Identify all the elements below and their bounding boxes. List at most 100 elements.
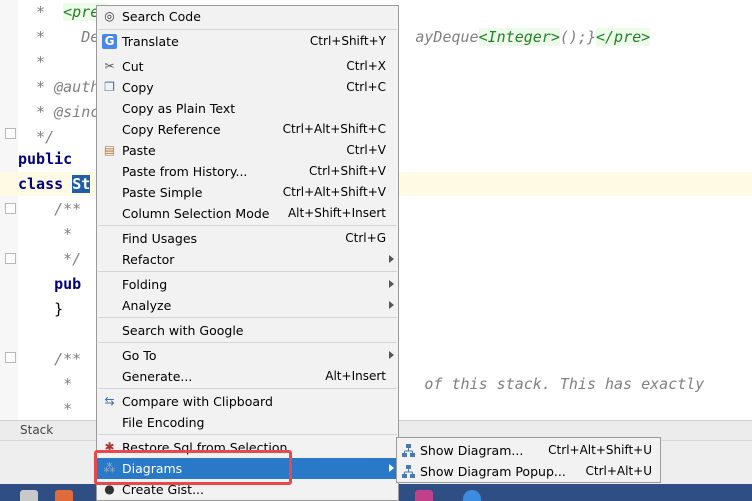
submenu-arrow-icon <box>389 301 394 309</box>
menu-item-find-usages[interactable]: Find Usages Ctrl+G <box>97 228 398 249</box>
submenu-arrow-icon <box>389 280 394 288</box>
menu-item-generate[interactable]: Generate... Alt+Insert <box>97 366 398 387</box>
menu-item-shortcut: Alt+Shift+Insert <box>287 206 386 220</box>
submenu-item-show-diagram-popup[interactable]: Show Diagram Popup... Ctrl+Alt+U <box>397 461 660 482</box>
menu-item-label: Translate <box>122 34 179 49</box>
code-token: /** <box>18 350 82 368</box>
menu-item-paste-simple[interactable]: Paste Simple Ctrl+Alt+Shift+V <box>97 182 398 203</box>
copy-icon: ❐ <box>104 80 115 94</box>
menu-item-copy-as-plain-text[interactable]: Copy as Plain Text <box>97 98 398 119</box>
menu-item-label: Copy Reference <box>122 122 221 137</box>
taskbar-app-icon[interactable] <box>20 490 38 501</box>
menu-item-label: Folding <box>122 277 168 292</box>
menu-item-label: Search with Google <box>122 323 244 338</box>
code-token: * <box>18 225 73 243</box>
menu-item-paste-from-history[interactable]: Paste from History... Ctrl+Shift+V <box>97 161 398 182</box>
code-token: */ <box>18 250 82 268</box>
menu-item-label: Paste from History... <box>122 164 248 179</box>
menu-item-file-encoding[interactable]: File Encoding <box>97 412 398 433</box>
paste-icon: ▤ <box>103 143 116 157</box>
menu-item-label: Paste Simple <box>122 185 203 200</box>
menu-item-label: Copy <box>122 80 154 95</box>
taskbar-app-icon[interactable] <box>415 490 433 501</box>
menu-item-shortcut: Ctrl+Alt+Shift+C <box>282 122 386 136</box>
menu-item-folding[interactable]: Folding <box>97 274 398 295</box>
menu-separator <box>98 434 397 435</box>
menu-item-shortcut: Ctrl+Shift+V <box>309 164 386 178</box>
submenu-item-shortcut: Ctrl+Alt+Shift+U <box>548 443 652 457</box>
code-token: } <box>18 300 64 318</box>
code-token: public <box>18 150 73 168</box>
code-token: * <box>18 400 73 418</box>
menu-item-label: Paste <box>122 143 156 158</box>
menu-item-shortcut: Ctrl+C <box>346 80 386 94</box>
code-token: class <box>18 175 73 193</box>
code-token: pub <box>18 275 82 293</box>
diagram-icon <box>401 443 416 458</box>
menu-item-search-code[interactable]: ◎ Search Code <box>97 6 398 27</box>
menu-item-label: Analyze <box>122 298 172 313</box>
menu-item-copy[interactable]: ❐ Copy Ctrl+C <box>97 77 398 98</box>
menu-item-label: Refactor <box>122 252 175 267</box>
submenu-item-show-diagram[interactable]: Show Diagram... Ctrl+Alt+Shift+U <box>397 440 660 461</box>
menu-item-paste[interactable]: ▤ Paste Ctrl+V <box>97 140 398 161</box>
menu-item-shortcut: Ctrl+Alt+Shift+V <box>282 185 386 199</box>
scissors-icon: ✂ <box>104 59 115 73</box>
menu-item-go-to[interactable]: Go To <box>97 345 398 366</box>
diagram-icon <box>401 464 416 479</box>
compare-icon: ⇆ <box>104 394 115 408</box>
submenu-item-label: Show Diagram Popup... <box>420 464 566 479</box>
menu-item-column-selection-mode[interactable]: Column Selection Mode Alt+Shift+Insert <box>97 203 398 224</box>
menu-item-translate[interactable]: G Translate Ctrl+Shift+Y <box>97 31 398 52</box>
menu-item-shortcut: Ctrl+V <box>346 143 386 157</box>
submenu-arrow-icon <box>389 464 394 472</box>
context-menu: ◎ Search Code G Translate Ctrl+Shift+Y ✂ Cut Ct… <box>96 5 399 501</box>
tool-window-tab-stack[interactable]: Stack <box>20 423 53 437</box>
code-token: St <box>72 175 91 193</box>
taskbar-app-icon[interactable] <box>55 490 73 501</box>
menu-item-analyze[interactable]: Analyze <box>97 295 398 316</box>
menu-item-label: Go To <box>122 348 157 363</box>
menu-item-compare-with-clipboard[interactable]: ⇆ Compare with Clipboard <box>97 391 398 412</box>
menu-separator <box>98 29 397 30</box>
menu-item-label: Search Code <box>122 9 201 24</box>
menu-item-shortcut: Ctrl+X <box>346 59 386 73</box>
menu-item-label: Cut <box>122 59 144 74</box>
submenu-item-shortcut: Ctrl+Alt+U <box>585 464 653 478</box>
menu-item-shortcut: Ctrl+Shift+Y <box>309 34 386 48</box>
submenu-item-label: Show Diagram... <box>420 443 524 458</box>
menu-item-shortcut: Alt+Insert <box>325 369 386 383</box>
menu-item-copy-reference[interactable]: Copy Reference Ctrl+Alt+Shift+C <box>97 119 398 140</box>
annotation-highlight-box <box>94 450 292 485</box>
menu-item-cut[interactable]: ✂ Cut Ctrl+X <box>97 56 398 77</box>
code-token: */ <box>18 128 55 146</box>
code-token: * @sinc <box>18 103 100 121</box>
translate-icon: G <box>102 34 117 49</box>
search-code-icon: ◎ <box>104 9 115 23</box>
diagrams-submenu: Show Diagram... Ctrl+Alt+Shift+U Show Di… <box>396 437 661 483</box>
menu-separator <box>98 225 397 226</box>
code-token: * <box>18 3 64 21</box>
menu-item-label: Copy as Plain Text <box>122 101 236 116</box>
menu-item-label: Generate... <box>122 369 193 384</box>
menu-item-label: Compare with Clipboard <box>122 394 273 409</box>
code-token: </pre> <box>595 28 651 46</box>
code-token: * @auth <box>18 78 100 96</box>
submenu-arrow-icon <box>389 255 394 263</box>
menu-separator <box>98 271 397 272</box>
menu-item-shortcut: Ctrl+G <box>345 231 386 245</box>
menu-item-search-with-google[interactable]: Search with Google <box>97 320 398 341</box>
submenu-arrow-icon <box>389 351 394 359</box>
menu-separator <box>98 388 397 389</box>
menu-item-label: Column Selection Mode <box>122 206 270 221</box>
menu-item-refactor[interactable]: Refactor <box>97 249 398 270</box>
taskbar-browser-icon[interactable] <box>463 490 481 501</box>
code-token: <Integer> <box>478 28 560 46</box>
code-token: ();} <box>559 28 596 46</box>
menu-item-label: Find Usages <box>122 231 198 246</box>
menu-item-label: File Encoding <box>122 415 205 430</box>
code-token: /** <box>18 200 82 218</box>
code-token: * <box>18 53 46 71</box>
code-token: * De <box>18 28 100 46</box>
menu-separator <box>98 317 397 318</box>
